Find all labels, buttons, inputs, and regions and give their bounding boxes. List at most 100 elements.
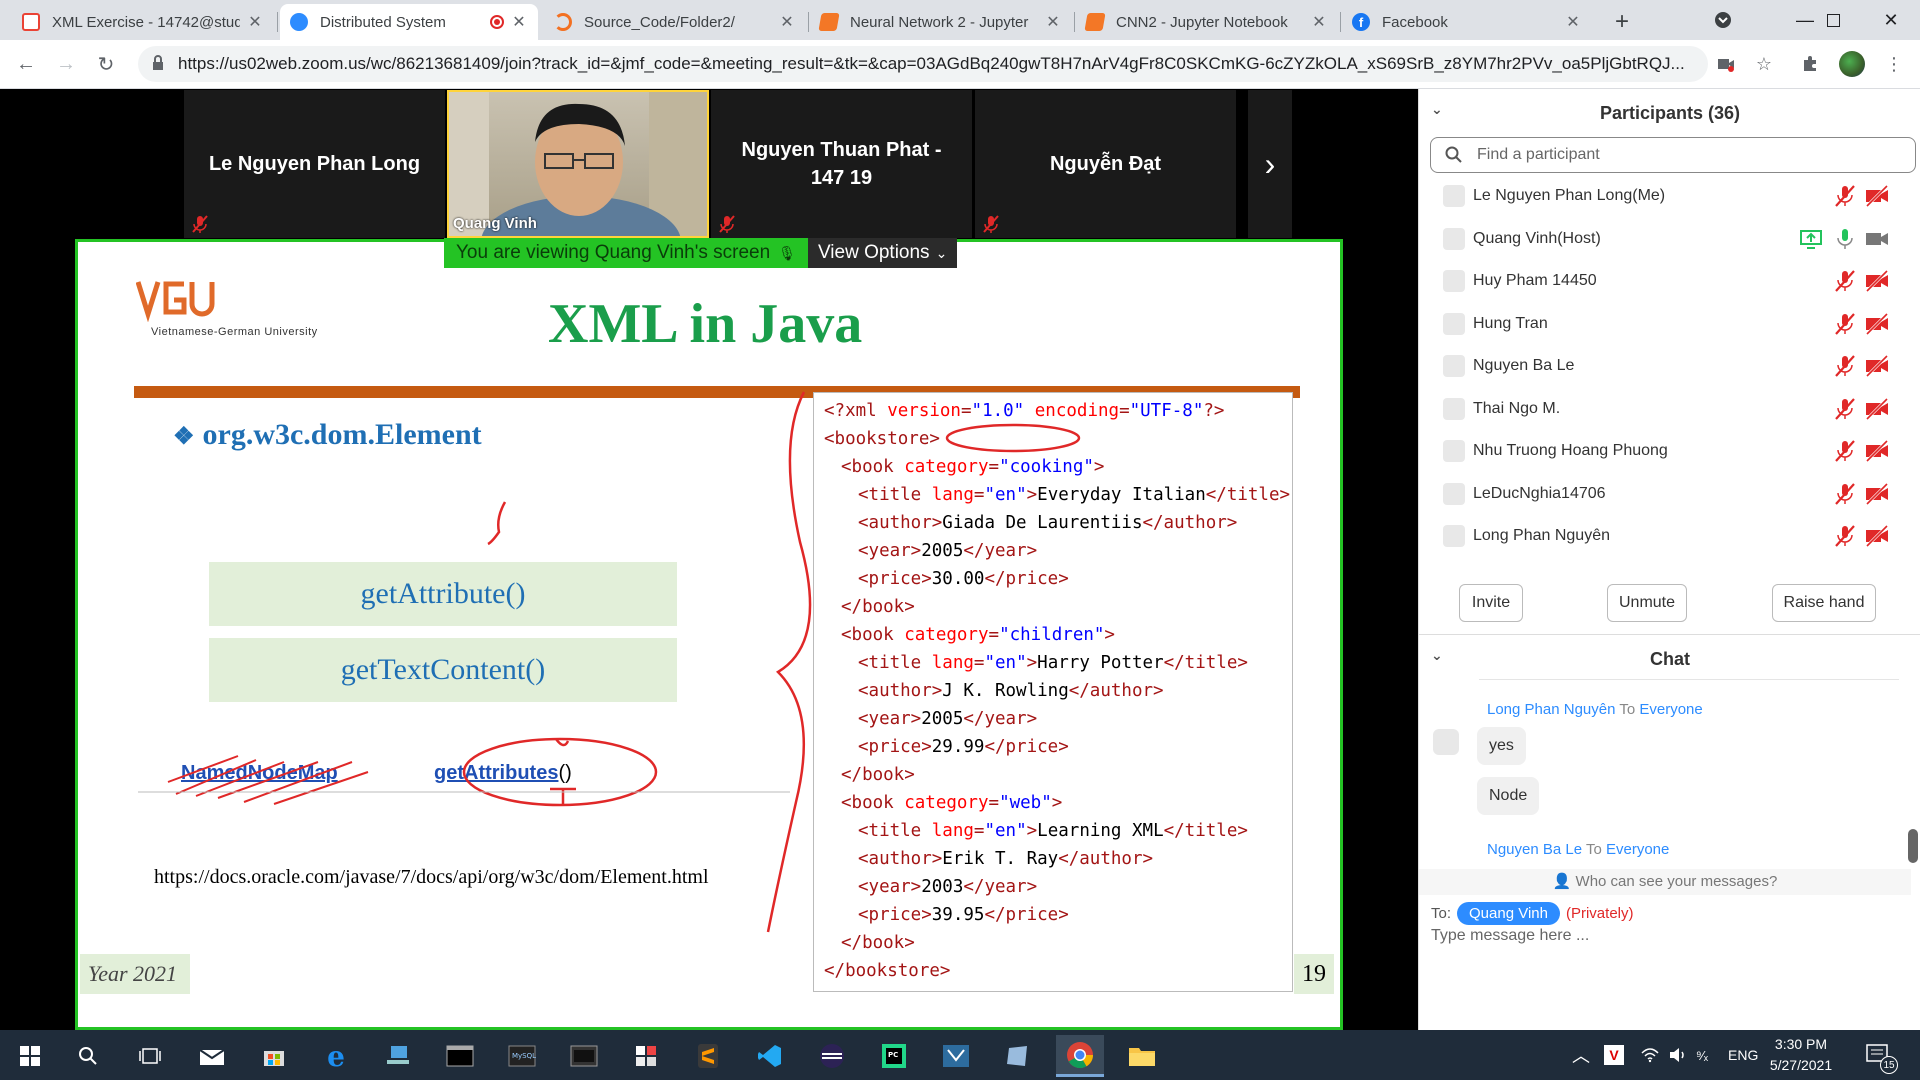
- mic-muted-icon[interactable]: [1833, 312, 1857, 336]
- tray-chevron-icon[interactable]: ︿: [1572, 1030, 1590, 1080]
- close-tab-icon[interactable]: ✕: [1310, 12, 1328, 32]
- participant-thumb[interactable]: Nguyễn Đạt: [975, 90, 1236, 238]
- participant-row[interactable]: Le Nguyen Phan Long(Me): [1419, 175, 1911, 218]
- close-tab-icon[interactable]: ✕: [1564, 12, 1582, 32]
- system-clock[interactable]: 3:30 PM 5/27/2021: [1756, 1034, 1846, 1076]
- mic-muted-icon[interactable]: [1833, 354, 1857, 378]
- recipient-selector[interactable]: Quang Vinh: [1457, 902, 1560, 925]
- reload-icon[interactable]: ↻: [90, 48, 122, 80]
- chat-message-input[interactable]: Type message here ...: [1431, 927, 1589, 945]
- vscode-icon[interactable]: [746, 1035, 794, 1077]
- close-tab-icon[interactable]: ✕: [1044, 12, 1062, 32]
- terminal-icon[interactable]: [436, 1035, 484, 1077]
- code-token: category: [904, 457, 989, 477]
- camera-blocked-icon[interactable]: [1712, 50, 1740, 78]
- code-token: "en": [984, 653, 1027, 673]
- mic-muted-icon[interactable]: [1833, 269, 1857, 293]
- code-line: <book category="web">: [824, 789, 1282, 817]
- code-line: </book>: [824, 593, 1282, 621]
- camera-icon: [1865, 227, 1889, 251]
- chat-scrollbar[interactable]: [1908, 829, 1918, 863]
- edge-icon[interactable]: e: [312, 1035, 360, 1077]
- mic-muted-icon[interactable]: [1833, 439, 1857, 463]
- language-indicator[interactable]: ENG: [1728, 1030, 1758, 1080]
- windows-start-icon[interactable]: [6, 1035, 54, 1077]
- console-icon[interactable]: [560, 1035, 608, 1077]
- view-options-button[interactable]: View Options ⌄: [807, 238, 958, 268]
- store-icon[interactable]: [250, 1035, 298, 1077]
- notifications-icon[interactable]: 15: [1866, 1030, 1898, 1080]
- pycharm-icon[interactable]: PC: [870, 1035, 918, 1077]
- chat-header: ⌄ Chat: [1419, 635, 1920, 683]
- participant-row[interactable]: Nhu Truong Hoang Phuong: [1419, 430, 1911, 473]
- extensions-icon[interactable]: [1796, 50, 1824, 78]
- visual-studio-icon[interactable]: [932, 1035, 980, 1077]
- task-view-icon[interactable]: [126, 1035, 174, 1077]
- paint-icon[interactable]: [622, 1035, 670, 1077]
- kebab-menu-icon[interactable]: ⋮: [1880, 50, 1908, 78]
- participant-row[interactable]: LeDucNghia14706: [1419, 473, 1911, 516]
- participant-row[interactable]: Huy Pham 14450: [1419, 260, 1911, 303]
- participant-row[interactable]: Hung Tran: [1419, 303, 1911, 346]
- tab-source-code[interactable]: Source_Code/Folder2/ ✕: [544, 4, 806, 40]
- search-icon[interactable]: [64, 1035, 112, 1077]
- back-icon[interactable]: ←: [10, 48, 42, 80]
- chat-sender[interactable]: Long Phan Nguyên: [1487, 701, 1615, 718]
- mail-icon[interactable]: [188, 1035, 236, 1077]
- avatar: [1433, 729, 1459, 755]
- address-bar[interactable]: https://us02web.zoom.us/wc/86213681409/j…: [138, 46, 1708, 82]
- host-video[interactable]: Quang Vinh: [447, 90, 709, 238]
- collapse-chevron-icon[interactable]: ⌄: [1431, 101, 1451, 121]
- mic-muted-icon[interactable]: [1833, 397, 1857, 421]
- network-app-icon[interactable]: [374, 1035, 422, 1077]
- participant-row[interactable]: Quang Vinh(Host): [1419, 218, 1911, 261]
- code-token: </book>: [841, 765, 915, 785]
- wifi-icon[interactable]: [1640, 1030, 1660, 1080]
- avatar: [1443, 482, 1465, 505]
- code-token: <year>: [858, 709, 922, 729]
- tab-facebook[interactable]: f Facebook ✕: [1342, 4, 1592, 40]
- file-explorer-icon[interactable]: [1118, 1035, 1166, 1077]
- participant-row[interactable]: Nguyen Ba Le: [1419, 345, 1911, 388]
- close-window-icon[interactable]: ✕: [1862, 0, 1920, 40]
- close-tab-icon[interactable]: ✕: [246, 12, 264, 32]
- tab-distributed-system[interactable]: Distributed System ✕: [280, 4, 538, 40]
- close-tab-icon[interactable]: ✕: [778, 12, 796, 32]
- chrome-icon[interactable]: [1056, 1035, 1104, 1077]
- circled-link[interactable]: getAttributes: [434, 762, 558, 784]
- chat-sender[interactable]: Nguyen Ba Le: [1487, 841, 1582, 858]
- participant-thumb[interactable]: Nguyen Thuan Phat - 147 19: [711, 90, 972, 238]
- mic-muted-icon[interactable]: [1833, 482, 1857, 506]
- next-page-chevron-icon[interactable]: ›: [1248, 90, 1292, 238]
- avatar[interactable]: [1838, 50, 1866, 78]
- unmute-button[interactable]: Unmute: [1607, 584, 1687, 622]
- close-tab-icon[interactable]: ✕: [510, 12, 528, 32]
- bookmark-star-icon[interactable]: ☆: [1750, 50, 1778, 78]
- participant-row[interactable]: Long Phan Nguyên: [1419, 515, 1911, 557]
- maximize-icon[interactable]: [1804, 0, 1862, 40]
- tab-cnn2[interactable]: CNN2 - Jupyter Notebook ✕: [1076, 4, 1338, 40]
- mic-muted-icon[interactable]: [1833, 524, 1857, 548]
- participant-thumb[interactable]: Le Nguyen Phan Long: [184, 90, 445, 238]
- eclipse-icon[interactable]: [808, 1035, 856, 1077]
- forward-icon[interactable]: →: [50, 48, 82, 80]
- invite-button[interactable]: Invite: [1459, 584, 1523, 622]
- new-tab-button[interactable]: +: [1604, 6, 1640, 38]
- who-can-see-link[interactable]: 👤 Who can see your messages?: [1419, 869, 1911, 895]
- collapse-chevron-icon[interactable]: ⌄: [1431, 647, 1451, 667]
- tab-neural-network[interactable]: Neural Network 2 - Jupyter ✕: [810, 4, 1072, 40]
- antivirus-icon[interactable]: V: [1604, 1030, 1624, 1080]
- raise-hand-button[interactable]: Raise hand: [1772, 584, 1876, 622]
- volume-icon[interactable]: [1668, 1030, 1688, 1080]
- ime-icon[interactable]: ⁹⁄ₓ: [1696, 1030, 1708, 1080]
- mic-icon[interactable]: [1833, 227, 1857, 251]
- notes-app-icon[interactable]: [994, 1035, 1042, 1077]
- mic-muted-icon[interactable]: [1833, 184, 1857, 208]
- strike-link[interactable]: NamedNodeMap: [181, 762, 338, 785]
- tab-search-icon[interactable]: [1694, 0, 1752, 40]
- mysql-icon[interactable]: MySQL: [498, 1035, 546, 1077]
- participant-search-input[interactable]: Find a participant: [1430, 137, 1916, 173]
- participant-row[interactable]: Thai Ngo M.: [1419, 388, 1911, 431]
- tab-xml-exercise[interactable]: XML Exercise - 14742@stud ✕: [12, 4, 274, 40]
- sublime-icon[interactable]: [684, 1035, 732, 1077]
